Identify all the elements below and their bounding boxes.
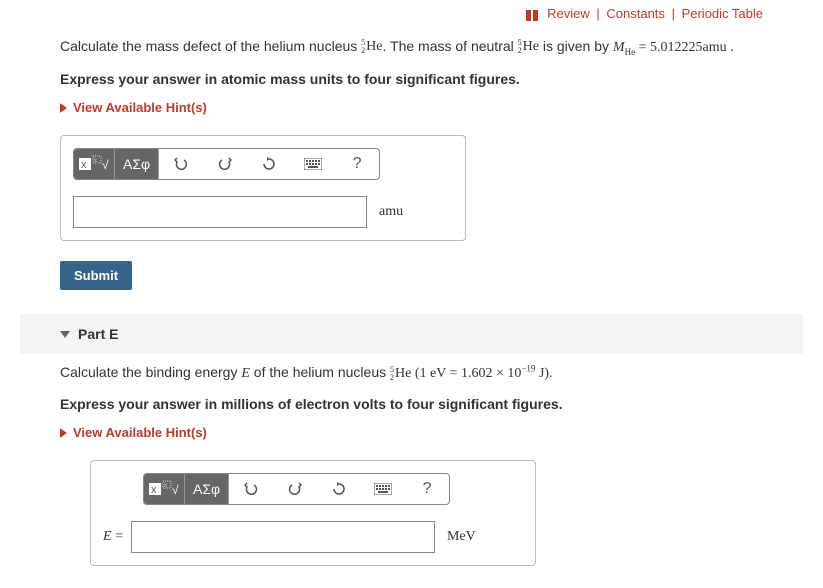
constants-link[interactable]: Constants	[606, 6, 665, 21]
prompt-text: of the helium nucleus	[250, 364, 390, 380]
part-e-header[interactable]: Part E	[20, 314, 803, 354]
prompt-text: . The mass of neutral	[383, 38, 518, 54]
mass-subscript: He	[625, 47, 636, 57]
mass-symbol: M	[613, 40, 625, 55]
part-e-title: Part E	[78, 326, 118, 342]
ev-exponent: −19	[521, 364, 535, 374]
templates-icon: x x √	[78, 155, 110, 173]
svg-text:√: √	[102, 158, 109, 172]
templates-button[interactable]: x x √	[144, 474, 185, 504]
chevron-right-icon	[60, 428, 67, 438]
reset-icon	[262, 157, 276, 171]
svg-text:x: x	[164, 483, 167, 489]
help-button[interactable]: ?	[335, 149, 379, 179]
help-button[interactable]: ?	[405, 474, 449, 504]
svg-text:x: x	[81, 159, 87, 171]
svg-text:√: √	[172, 483, 179, 497]
unit-label: amu	[379, 204, 403, 220]
undo-icon	[244, 482, 258, 496]
chevron-right-icon	[60, 103, 67, 113]
greek-button[interactable]: ΑΣφ	[115, 149, 159, 179]
undo-button[interactable]	[159, 149, 203, 179]
prompt-text: Calculate the binding energy	[60, 364, 241, 380]
top-links-bar: Review | Constants | Periodic Table	[20, 0, 803, 28]
keyboard-button[interactable]	[291, 149, 335, 179]
templates-icon: x x √	[148, 480, 180, 498]
separator: |	[596, 6, 599, 21]
part-d-instruction: Express your answer in atomic mass units…	[60, 69, 763, 90]
svg-text:x: x	[94, 158, 97, 164]
nuclide-he5: 52He	[518, 39, 539, 55]
svg-text:x: x	[151, 484, 157, 496]
chevron-down-icon	[60, 331, 70, 338]
nuclide-he5: 52He	[390, 366, 411, 382]
ev-end: J).	[535, 366, 552, 381]
answer-prefix: E =	[103, 529, 123, 545]
greek-button[interactable]: ΑΣφ	[185, 474, 229, 504]
equation-toolbar: x x √ ΑΣφ ?	[143, 473, 450, 505]
undo-button[interactable]	[229, 474, 273, 504]
part-d-prompt: Calculate the mass defect of the helium …	[60, 36, 763, 59]
flag-icon	[526, 7, 540, 22]
redo-icon	[218, 157, 232, 171]
answer-box: x x √ ΑΣφ ? amu	[60, 135, 466, 241]
hints-label: View Available Hint(s)	[73, 100, 207, 115]
part-e-instruction: Express your answer in millions of elect…	[60, 394, 763, 415]
keyboard-icon	[374, 483, 392, 495]
separator: |	[672, 6, 675, 21]
nuclide-he5: 52He	[361, 39, 382, 55]
part-d-block: Calculate the mass defect of the helium …	[20, 36, 803, 298]
part-e-prompt: Calculate the binding energy E of the he…	[60, 362, 763, 384]
ev-expression: (1 eV = 1.602 × 10	[411, 366, 521, 381]
redo-icon	[288, 482, 302, 496]
review-link[interactable]: Review	[547, 6, 590, 21]
hints-label: View Available Hint(s)	[73, 425, 207, 440]
keyboard-icon	[304, 158, 322, 170]
answer-box: x x √ ΑΣφ ?	[90, 460, 536, 566]
redo-button[interactable]	[273, 474, 317, 504]
reset-button[interactable]	[247, 149, 291, 179]
prompt-text: Calculate the mass defect of the helium …	[60, 38, 361, 54]
answer-input[interactable]	[73, 196, 367, 228]
view-hints-toggle[interactable]: View Available Hint(s)	[60, 100, 763, 115]
unit-label: MeV	[447, 529, 476, 545]
templates-button[interactable]: x x √	[74, 149, 115, 179]
equation-toolbar: x x √ ΑΣφ ?	[73, 148, 380, 180]
submit-button[interactable]: Submit	[60, 261, 132, 290]
part-e-block: Calculate the binding energy E of the he…	[20, 362, 803, 578]
prompt-text: is given by	[539, 38, 613, 54]
answer-input[interactable]	[131, 521, 435, 553]
undo-icon	[174, 157, 188, 171]
reset-button[interactable]	[317, 474, 361, 504]
E-symbol: E	[241, 366, 250, 381]
mass-value: = 5.012225amu .	[635, 40, 734, 55]
view-hints-toggle[interactable]: View Available Hint(s)	[60, 425, 763, 440]
redo-button[interactable]	[203, 149, 247, 179]
keyboard-button[interactable]	[361, 474, 405, 504]
reset-icon	[332, 482, 346, 496]
periodic-table-link[interactable]: Periodic Table	[682, 6, 763, 21]
